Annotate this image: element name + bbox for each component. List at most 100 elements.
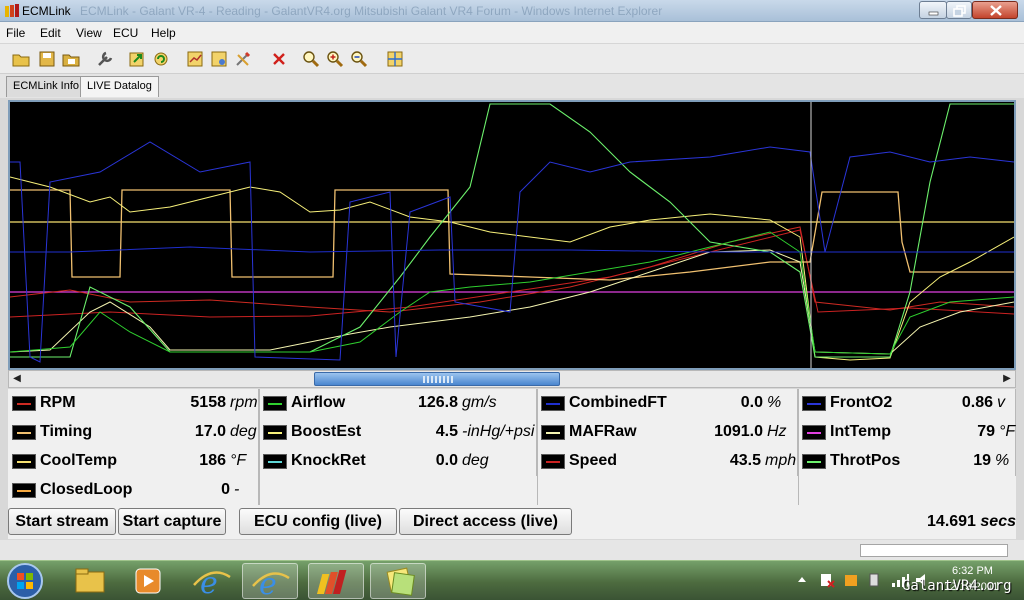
window-title-background: ECMLink - Galant VR-4 - Reading - Galant… (80, 4, 663, 18)
gauge-boostest[interactable]: BoostEst 4.5 -inHg/+psi (259, 418, 537, 447)
taskbar-ie[interactable]: e (184, 563, 240, 600)
gauge-unit: Hz (767, 423, 787, 440)
direct-access-button[interactable]: Direct access (live) (399, 508, 572, 535)
internet-explorer-icon: e (193, 566, 231, 600)
tab-ecmlink-info[interactable]: ECMLink Info (6, 76, 87, 97)
scroll-left-icon[interactable]: ◀ (9, 371, 25, 387)
gauge-value: 126.8 (417, 394, 458, 411)
gauge-cooltemp[interactable]: CoolTemp 186 °F (8, 447, 259, 476)
taskbar: e e 6:32 PM 12/13/2011 (0, 560, 1024, 600)
device-icon[interactable] (866, 571, 884, 589)
gauge-inttemp[interactable]: IntTemp 79 °F (798, 418, 1016, 447)
scrollbar-grip (423, 376, 453, 383)
minimize-button[interactable] (919, 1, 947, 19)
media-player-icon (135, 568, 161, 594)
delete-icon[interactable] (270, 50, 288, 68)
gauge-value: 1091.0 (714, 423, 763, 440)
throtpos-trace (10, 103, 1014, 358)
clock-time[interactable]: 6:32 PM (952, 565, 993, 577)
taskbar-media-player[interactable] (120, 563, 176, 599)
menu-view[interactable]: View (76, 26, 102, 40)
show-hidden-icons-icon[interactable] (796, 573, 808, 585)
ecmlink-window: ECMLink ECMLink - Galant VR-4 - Reading … (0, 0, 1024, 600)
menu-edit[interactable]: Edit (40, 26, 61, 40)
taskbar-explorer[interactable] (62, 563, 118, 599)
gauge-value: 19 (973, 452, 991, 469)
mafraw-trace (10, 249, 1014, 355)
tools-icon[interactable] (234, 50, 252, 68)
title-bar: ECMLink ECMLink - Galant VR-4 - Reading … (0, 0, 1024, 22)
svg-text:e: e (200, 566, 218, 599)
open-log-icon[interactable] (62, 50, 80, 68)
scroll-right-icon[interactable]: ▶ (999, 371, 1015, 387)
gauge-value: 0.86 (961, 394, 993, 411)
ecmlink-logo-icon (316, 570, 347, 594)
gauge-unit: v (997, 394, 1005, 411)
gauge-rpm[interactable]: RPM 5158 rpm (8, 389, 259, 418)
speed-trace (10, 229, 1014, 318)
scrollbar-thumb[interactable] (314, 372, 560, 386)
gauge-timing[interactable]: Timing 17.0 deg (8, 418, 259, 447)
gauge-unit: - (234, 481, 240, 498)
watermark-text: GalantVR4.org (902, 578, 1012, 594)
map-settings-icon[interactable] (210, 50, 228, 68)
gauge-fronto2[interactable]: FrontO2 0.86 v (798, 389, 1016, 418)
save-icon[interactable] (38, 50, 56, 68)
gauge-panel: RPM 5158 rpm Airflow 126.8 gm/s CombinedFT 0.0%… (8, 389, 1016, 505)
gauge-unit: mph (765, 452, 797, 469)
gauge-unit: deg (462, 452, 489, 469)
gauge-speed[interactable]: Speed 43.5 mph (537, 447, 798, 476)
update-icon[interactable] (842, 571, 860, 589)
gauge-value: 5158 (190, 394, 226, 411)
wrench-icon[interactable] (96, 50, 114, 68)
refresh-icon[interactable] (152, 50, 170, 68)
gauge-value: 0 (221, 481, 230, 498)
gauge-value: 79 (977, 423, 995, 440)
zoom-in-icon[interactable] (326, 50, 344, 68)
taskbar-sticky-notes[interactable] (370, 563, 426, 599)
ecu-config-button[interactable]: ECU config (live) (239, 508, 397, 535)
gauge-value: 43.5 (729, 452, 761, 469)
gauge-unit: % (995, 452, 1010, 469)
action-center-icon[interactable] (818, 571, 836, 589)
status-bar (0, 540, 1024, 560)
menu-file[interactable]: File (6, 26, 25, 40)
menu-ecu[interactable]: ECU (113, 26, 138, 40)
maximize-button[interactable] (946, 1, 972, 19)
gauge-unit: rpm (230, 394, 258, 411)
gauge-knockret[interactable]: KnockRet 0.0 deg (259, 447, 537, 476)
open-folder-icon[interactable] (12, 50, 30, 68)
gauge-value: 4.5 (435, 423, 458, 440)
start-button-icon[interactable] (6, 562, 44, 600)
tab-strip: ECMLink Info LIVE Datalog (0, 74, 1024, 98)
zoom-fit-icon[interactable] (302, 50, 320, 68)
start-stream-button[interactable]: Start stream (8, 508, 116, 535)
menu-bar: File Edit View ECU Help (0, 22, 1024, 44)
tab-live-datalog[interactable]: LIVE Datalog (80, 76, 159, 97)
gauge-unit: % (767, 394, 782, 411)
gauge-combinedft[interactable]: CombinedFT 0.0% (537, 389, 798, 418)
gauge-unit: °F (230, 452, 247, 469)
boostest-trace (10, 176, 1014, 361)
datalog-chart[interactable] (8, 100, 1016, 370)
start-capture-button[interactable]: Start capture (118, 508, 226, 535)
chart-scrollbar[interactable]: ◀ ▶ (8, 370, 1016, 388)
taskbar-ecmlink[interactable] (308, 563, 364, 599)
close-button[interactable] (972, 1, 1018, 19)
taskbar-ie-active[interactable]: e (242, 563, 298, 600)
gauge-mafraw[interactable]: MAFRaw 1091.0 Hz (537, 418, 798, 447)
gauge-airflow[interactable]: Airflow 126.8 gm/s (259, 389, 537, 418)
gauge-closedloop[interactable]: ClosedLoop 0- (8, 476, 259, 505)
map-icon[interactable] (186, 50, 204, 68)
internet-explorer-icon: e (252, 567, 290, 600)
grid-icon[interactable] (386, 50, 404, 68)
gauge-unit: deg (230, 423, 257, 440)
combinedft-trace (10, 246, 1014, 253)
export-icon[interactable] (128, 50, 146, 68)
status-panel (860, 544, 1008, 557)
menu-help[interactable]: Help (151, 26, 176, 40)
gauge-throtpos[interactable]: ThrotPos 19% (798, 447, 1016, 476)
svg-text:e: e (259, 567, 277, 600)
folder-icon (75, 568, 105, 593)
zoom-out-icon[interactable] (350, 50, 368, 68)
